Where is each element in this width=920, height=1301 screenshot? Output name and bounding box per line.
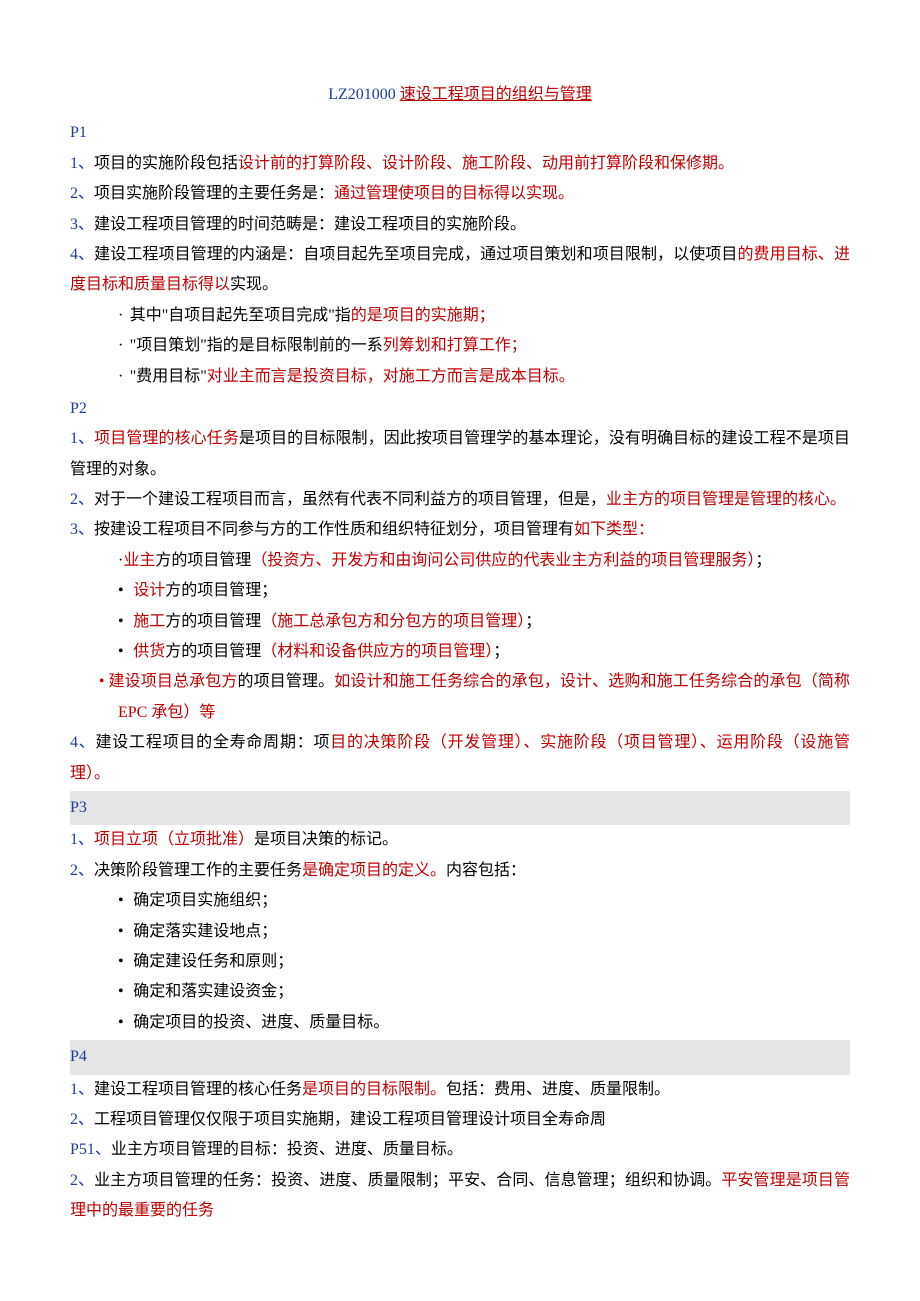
p3-sub-1: 确定项目实施组织； bbox=[118, 886, 850, 916]
p1-item-1: 1、项目的实施阶段包括设计前的打算阶段、设计阶段、施工阶段、动用前打算阶段和保修… bbox=[70, 149, 850, 179]
p3-sublist: 确定项目实施组织； 确定落实建设地点； 确定建设任务和原则； 确定和落实建设资金… bbox=[70, 886, 850, 1038]
p3-sub-2: 确定落实建设地点； bbox=[118, 917, 850, 947]
p3-sub-3: 确定建设任务和原则； bbox=[118, 947, 850, 977]
p2-sub-2: 设计方的项目管理； bbox=[118, 576, 850, 606]
p2-item-4: 4、建设工程项目的全寿命周期：项目的决策阶段（开发管理）、实施阶段（项目管理）、… bbox=[70, 728, 850, 789]
p3-item-2: 2、决策阶段管理工作的主要任务是确定项目的定义。内容包括： bbox=[70, 856, 850, 886]
title-text: 速设工程项目的组织与管理 bbox=[400, 86, 592, 103]
p4-item-2: 2、工程项目管理仅仅限于项目实施期，建设工程项目管理设计项目全寿命周 bbox=[70, 1105, 850, 1135]
p1-sublist: 其中"自项目起先至项目完成"指的是项目的实施期； "项目策划"指的是目标限制前的… bbox=[70, 301, 850, 392]
p3-item-1: 1、项目立项（立项批准）是项目决策的标记。 bbox=[70, 825, 850, 855]
section-p3: P3 bbox=[70, 791, 850, 825]
p2-sub-1: ·业主方的项目管理（投资方、开发方和由询问公司供应的代表业主方利益的项目管理服务… bbox=[70, 546, 850, 576]
section-p1: P1 bbox=[70, 118, 850, 148]
p2-item-3: 3、按建设工程项目不同参与方的工作性质和组织特征划分，项目管理有如下类型： bbox=[70, 515, 850, 545]
p1-item-3: 3、建设工程项目管理的时间范畴是：建设工程项目的实施阶段。 bbox=[70, 210, 850, 240]
p3-sub-4: 确定和落实建设资金； bbox=[118, 977, 850, 1007]
p4-item-2b: 2、业主方项目管理的任务：投资、进度、质量限制；平安、合同、信息管理；组织和协调… bbox=[70, 1166, 850, 1227]
p1-item-4: 4、建设工程项目管理的内涵是：自项目起先至项目完成，通过项目策划和项目限制，以使… bbox=[70, 240, 850, 301]
p2-item-2: 2、对于一个建设工程项目而言，虽然有代表不同利益方的项目管理，但是，业主方的项目… bbox=[70, 485, 850, 515]
p2-sublist: 设计方的项目管理； 施工方的项目管理（施工总承包方和分包方的项目管理）； 供货方… bbox=[70, 576, 850, 667]
p2-item-1: 1、项目管理的核心任务是项目的目标限制，因此按项目管理学的基本理论，没有明确目标… bbox=[70, 424, 850, 485]
document-title: LZ201000 速设工程项目的组织与管理 bbox=[70, 80, 850, 110]
p3-sub-5: 确定项目的投资、进度、质量目标。 bbox=[118, 1008, 850, 1038]
p1-sub-2: "项目策划"指的是目标限制前的一系列筹划和打算工作； bbox=[118, 331, 850, 361]
p1-item-2: 2、项目实施阶段管理的主要任务是：通过管理使项目的目标得以实现。 bbox=[70, 179, 850, 209]
section-p4: P4 bbox=[70, 1040, 850, 1074]
p2-sub-4: 供货方的项目管理（材料和设备供应方的项目管理）； bbox=[118, 637, 850, 667]
p5-item-1: P51、业主方项目管理的目标：投资、进度、质量目标。 bbox=[70, 1135, 850, 1165]
p4-item-1: 1、建设工程项目管理的核心任务是项目的目标限制。包括：费用、进度、质量限制。 bbox=[70, 1075, 850, 1105]
p2-sub-3: 施工方的项目管理（施工总承包方和分包方的项目管理）； bbox=[118, 607, 850, 637]
p1-sub-1: 其中"自项目起先至项目完成"指的是项目的实施期； bbox=[118, 301, 850, 331]
title-code: LZ201000 bbox=[328, 86, 396, 103]
p1-sub-3: "费用目标"对业主而言是投资目标，对施工方而言是成本目标。 bbox=[118, 362, 850, 392]
section-p2: P2 bbox=[70, 394, 850, 424]
p2-sub-5: • 建设项目总承包方的项目管理。如设计和施工任务综合的承包，设计、选购和施工任务… bbox=[70, 667, 850, 728]
